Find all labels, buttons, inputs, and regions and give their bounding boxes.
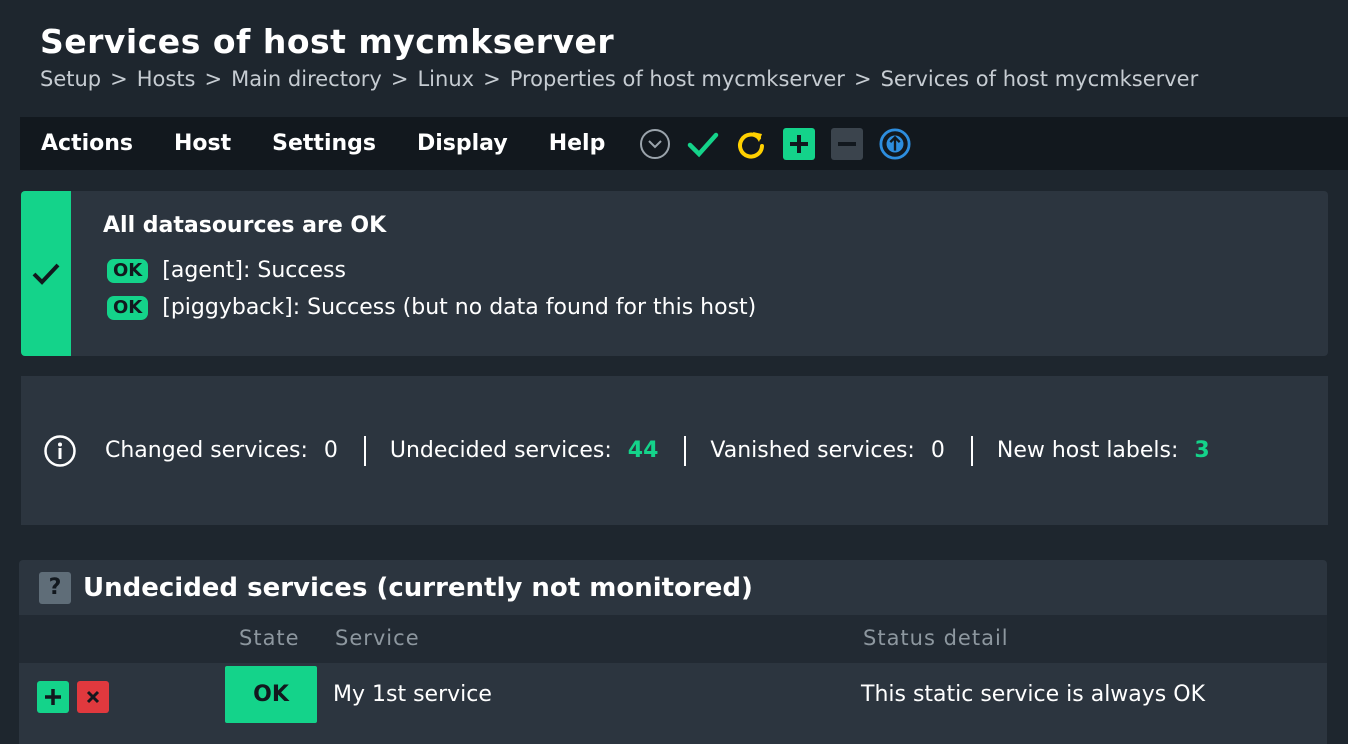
changed-services: Changed services: 0 [105, 438, 338, 463]
datasources-panel: All datasources are OK OK [agent]: Succe… [21, 191, 1328, 356]
monitor-service-button[interactable] [37, 681, 69, 713]
breadcrumb-separator: > [204, 67, 223, 91]
menu-host[interactable]: Host [174, 131, 231, 156]
close-icon [86, 690, 100, 704]
datasources-title: All datasources are OK [103, 213, 387, 238]
breadcrumb-main-directory[interactable]: Main directory [231, 67, 382, 91]
minus-icon[interactable] [831, 127, 864, 160]
column-status-detail[interactable]: Status detail [863, 626, 1009, 650]
arrow-up-circle-icon[interactable] [879, 127, 911, 160]
datasource-text: [agent]: Success [162, 258, 346, 283]
table-header: State Service Status detail [19, 615, 1327, 663]
chevron-down-circle-icon[interactable] [639, 128, 671, 160]
section-title: Undecided services (currently not monito… [83, 572, 753, 603]
breadcrumb-hosts[interactable]: Hosts [137, 67, 196, 91]
undecided-services-panel: ? Undecided services (currently not moni… [19, 560, 1327, 744]
new-host-labels-label: New host labels: [996, 438, 1179, 463]
new-host-labels-value[interactable]: 3 [1194, 438, 1209, 463]
undecided-services-value[interactable]: 44 [628, 438, 659, 463]
changed-services-value: 0 [323, 438, 338, 463]
column-state[interactable]: State [239, 626, 300, 650]
toolbar-icons [639, 127, 927, 160]
vanished-services-value: 0 [930, 438, 945, 463]
refresh-icon[interactable] [735, 128, 767, 160]
undecided-services-label: Undecided services: [389, 438, 612, 463]
changed-services-label: Changed services: [105, 438, 308, 463]
breadcrumb-host-properties[interactable]: Properties of host mycmkserver [510, 67, 845, 91]
breadcrumb-separator: > [390, 67, 409, 91]
plus-icon[interactable] [783, 127, 816, 160]
disable-service-button[interactable] [77, 681, 109, 713]
vanished-services-label: Vanished services: [710, 438, 915, 463]
divider [970, 435, 973, 466]
summary-panel: Changed services: 0 Undecided services: … [21, 376, 1328, 525]
breadcrumb-current: Services of host mycmkserver [880, 67, 1199, 91]
status-badge: OK [107, 258, 149, 283]
status-strip [21, 191, 71, 356]
vanished-services: Vanished services: 0 [710, 438, 944, 463]
checkmark-icon [32, 263, 60, 285]
datasource-text: [piggyback]: Success (but no data found … [162, 295, 757, 320]
service-name[interactable]: My 1st service [333, 682, 492, 707]
menu-bar: Actions Host Settings Display Help [20, 117, 1348, 170]
new-host-labels[interactable]: New host labels: 3 [997, 438, 1210, 463]
section-header[interactable]: ? Undecided services (currently not moni… [19, 560, 1327, 615]
menu-help[interactable]: Help [549, 131, 606, 156]
page-title: Services of host mycmkserver [40, 22, 615, 61]
info-icon [43, 434, 77, 468]
divider [363, 435, 366, 466]
question-icon: ? [39, 571, 71, 604]
menu-actions[interactable]: Actions [41, 131, 133, 156]
state-badge: OK [225, 666, 317, 723]
breadcrumb-setup[interactable]: Setup [40, 67, 101, 91]
divider [684, 435, 687, 466]
column-service[interactable]: Service [335, 626, 420, 650]
datasource-line-agent: OK [agent]: Success [107, 258, 346, 283]
breadcrumb-separator: > [483, 67, 501, 91]
datasource-line-piggyback: OK [piggyback]: Success (but no data fou… [107, 295, 756, 320]
breadcrumb: Setup > Hosts > Main directory > Linux >… [40, 67, 1198, 91]
breadcrumb-separator: > [110, 67, 128, 91]
breadcrumb-linux[interactable]: Linux [417, 67, 474, 91]
undecided-services[interactable]: Undecided services: 44 [390, 438, 659, 463]
status-badge: OK [107, 295, 149, 320]
plus-icon [45, 689, 61, 705]
breadcrumb-separator: > [853, 67, 872, 91]
menu-display[interactable]: Display [417, 131, 508, 156]
checkmark-icon[interactable] [687, 128, 719, 160]
menu-settings[interactable]: Settings [272, 131, 376, 156]
status-detail: This static service is always OK [861, 682, 1205, 707]
table-row: OK My 1st service This static service is… [19, 663, 1327, 727]
